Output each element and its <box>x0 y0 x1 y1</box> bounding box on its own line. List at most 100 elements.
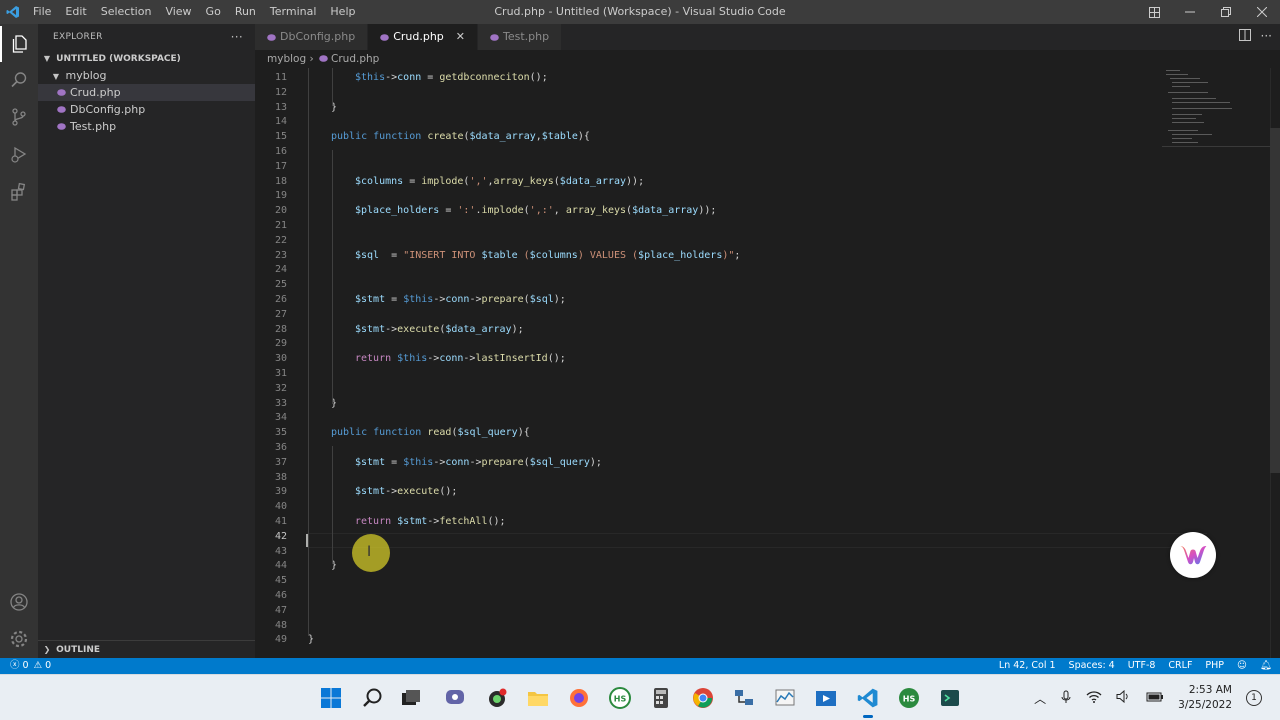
code-line[interactable]: 25 <box>255 277 1280 292</box>
code-line[interactable]: 15 public function create($data_array,$ta… <box>255 129 1280 144</box>
line-endings[interactable]: CRLF <box>1168 658 1192 674</box>
code-line[interactable]: 33} <box>255 396 1280 411</box>
hs-app-icon[interactable]: HS <box>607 685 633 711</box>
code-line[interactable]: 13} <box>255 100 1280 115</box>
folder-myblog[interactable]: ▼ myblog <box>38 67 255 84</box>
vertical-scrollbar[interactable] <box>1270 128 1280 473</box>
account-icon[interactable] <box>0 584 38 620</box>
hs-app-icon[interactable]: HS <box>896 685 922 711</box>
code-line[interactable]: 12 <box>255 85 1280 100</box>
volume-icon[interactable] <box>1116 689 1132 706</box>
outline-section[interactable]: ❯ OUTLINE <box>38 640 255 658</box>
code-line[interactable]: 27 <box>255 307 1280 322</box>
code-line[interactable]: 37 $stmt = $this->conn->prepare($sql_quer… <box>255 455 1280 470</box>
tab-crud-php[interactable]: Crud.php ✕ <box>368 24 478 50</box>
vscode-taskbar-icon[interactable] <box>855 685 881 718</box>
code-line[interactable]: 48 <box>255 618 1280 633</box>
tab-dbconfig-php[interactable]: DbConfig.php <box>255 24 369 50</box>
code-line[interactable]: 21 <box>255 218 1280 233</box>
code-line[interactable]: 40 <box>255 499 1280 514</box>
clock[interactable]: 2:53 AM 3/25/2022 <box>1178 683 1232 713</box>
notification-badge[interactable]: 1 <box>1246 690 1262 706</box>
file-dbconfig-php[interactable]: DbConfig.php <box>38 101 255 118</box>
code-line[interactable]: 26 $stmt = $this->conn->prepare($sql); <box>255 292 1280 307</box>
terminal-app-icon[interactable] <box>937 685 963 711</box>
code-line[interactable]: 44} <box>255 558 1280 573</box>
wifi-icon[interactable] <box>1086 690 1102 706</box>
code-line[interactable]: 35 public function read($sql_query){ <box>255 425 1280 440</box>
code-editor[interactable]: 11 $this->conn = getdbconneciton(); 12 13} 1… <box>255 68 1280 658</box>
menu-view[interactable]: View <box>158 0 198 24</box>
code-line[interactable]: 14 <box>255 114 1280 129</box>
code-line[interactable]: 17 <box>255 159 1280 174</box>
search-icon[interactable] <box>0 62 38 98</box>
code-line[interactable]: 45 <box>255 573 1280 588</box>
code-line[interactable]: 49} <box>255 632 1280 647</box>
code-line[interactable]: 20 $place_holders = ':'.implode(',:', arr… <box>255 203 1280 218</box>
chevron-up-icon[interactable]: ︿ <box>1034 690 1046 707</box>
code-line[interactable]: 31 <box>255 366 1280 381</box>
search-icon[interactable] <box>360 685 386 711</box>
menu-edit[interactable]: Edit <box>58 0 93 24</box>
network-app-icon[interactable] <box>731 685 757 711</box>
feedback-icon[interactable]: ☺ <box>1237 658 1247 674</box>
code-line[interactable]: 32 <box>255 381 1280 396</box>
code-line[interactable]: 36 <box>255 440 1280 455</box>
tab-test-php[interactable]: Test.php <box>478 24 563 50</box>
code-line[interactable]: 41 return $stmt->fetchAll(); <box>255 514 1280 529</box>
explorer-icon[interactable] <box>0 26 38 62</box>
menu-help[interactable]: Help <box>323 0 362 24</box>
code-line[interactable]: 42 <box>255 529 1280 544</box>
file-crud-php[interactable]: Crud.php <box>38 84 255 101</box>
source-control-icon[interactable] <box>0 99 38 135</box>
menu-terminal[interactable]: Terminal <box>263 0 324 24</box>
layout-icon[interactable] <box>1136 0 1172 24</box>
code-line[interactable]: 43 <box>255 544 1280 559</box>
run-debug-icon[interactable] <box>0 136 38 172</box>
language-mode[interactable]: PHP <box>1205 658 1224 674</box>
teams-chat-icon[interactable] <box>442 685 468 711</box>
code-line[interactable]: 39 $stmt->execute(); <box>255 484 1280 499</box>
code-line[interactable]: 11 $this->conn = getdbconneciton(); <box>255 70 1280 85</box>
workspace-root[interactable]: ▼ UNTITLED (WORKSPACE) <box>38 50 255 67</box>
close-icon[interactable] <box>1244 0 1280 24</box>
menu-run[interactable]: Run <box>228 0 263 24</box>
gear-icon[interactable] <box>0 621 38 657</box>
code-line[interactable]: 28 $stmt->execute($data_array); <box>255 322 1280 337</box>
encoding[interactable]: UTF-8 <box>1128 658 1156 674</box>
code-line[interactable]: 47 <box>255 603 1280 618</box>
problems-indicator[interactable]: ⓧ 0 ⚠ 0 <box>10 658 51 674</box>
menu-file[interactable]: File <box>26 0 58 24</box>
code-line[interactable]: 29 <box>255 336 1280 351</box>
performance-monitor-icon[interactable] <box>772 685 798 711</box>
more-actions-icon[interactable]: ··· <box>1261 29 1272 44</box>
code-line[interactable]: 23 $sql = "INSERT INTO $table ($columns) … <box>255 248 1280 263</box>
calculator-icon[interactable] <box>648 685 674 711</box>
code-line[interactable]: 19 <box>255 188 1280 203</box>
microphone-icon[interactable] <box>1060 690 1072 707</box>
indentation[interactable]: Spaces: 4 <box>1069 658 1115 674</box>
app-icon[interactable] <box>484 685 510 711</box>
file-test-php[interactable]: Test.php <box>38 118 255 135</box>
firefox-icon[interactable] <box>566 685 592 711</box>
split-editor-icon[interactable] <box>1238 29 1251 44</box>
minimize-icon[interactable] <box>1172 0 1208 24</box>
restore-icon[interactable] <box>1208 0 1244 24</box>
battery-icon[interactable] <box>1146 691 1164 706</box>
task-view-icon[interactable] <box>398 685 424 711</box>
windows-start-icon[interactable] <box>318 685 344 711</box>
code-line[interactable]: 38 <box>255 470 1280 485</box>
menu-selection[interactable]: Selection <box>94 0 159 24</box>
minimap[interactable] <box>1162 68 1270 158</box>
code-line[interactable]: 24 <box>255 262 1280 277</box>
breadcrumb-folder[interactable]: myblog <box>267 53 306 65</box>
media-player-icon[interactable] <box>813 685 839 711</box>
more-actions-icon[interactable]: ··· <box>231 24 243 50</box>
code-line[interactable]: 18 $columns = implode(',',array_keys($dat… <box>255 174 1280 189</box>
chrome-icon[interactable] <box>690 685 716 711</box>
code-line[interactable]: 34 <box>255 410 1280 425</box>
code-line[interactable]: 46 <box>255 588 1280 603</box>
menu-go[interactable]: Go <box>199 0 228 24</box>
close-tab-icon[interactable]: ✕ <box>456 24 465 50</box>
code-line[interactable]: 16 <box>255 144 1280 159</box>
